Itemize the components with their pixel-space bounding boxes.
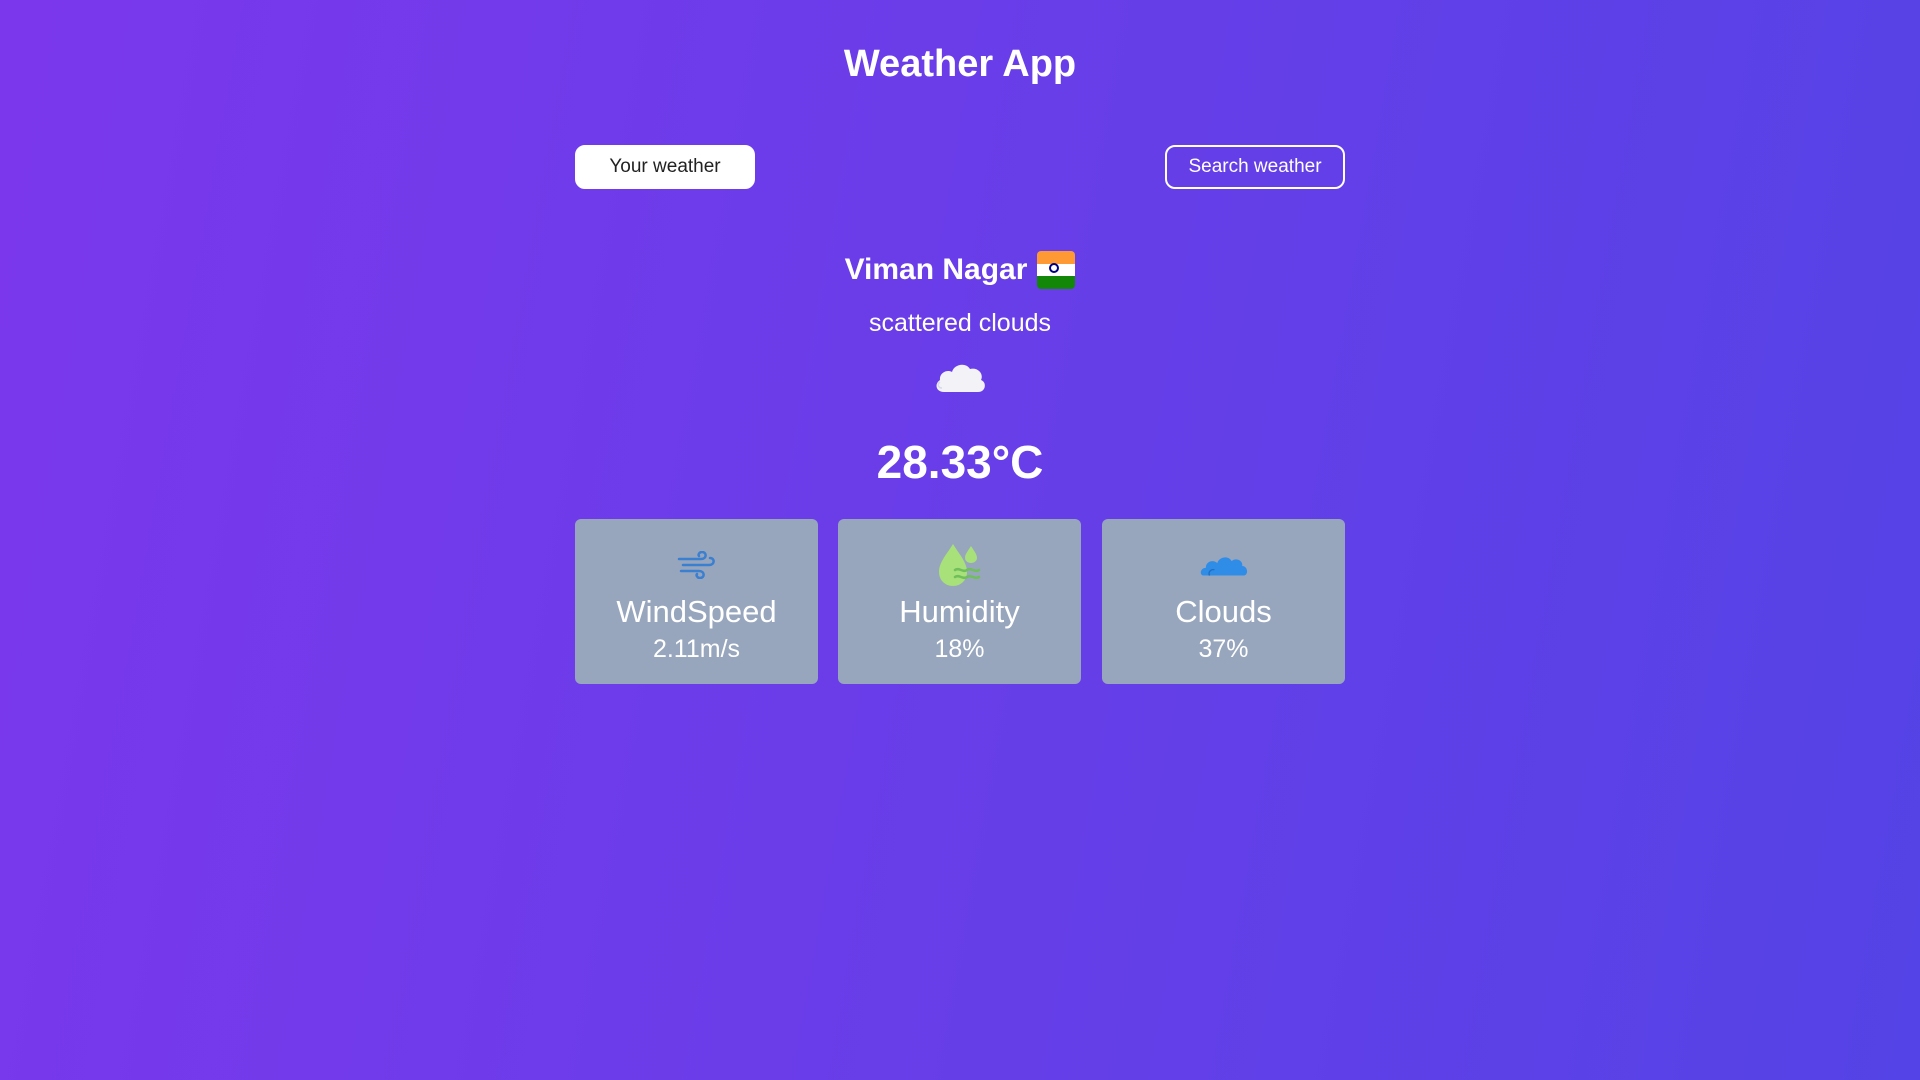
tab-search-weather[interactable]: Search weather (1165, 145, 1345, 189)
cloud-icon (936, 364, 985, 392)
app-title: Weather App (843, 43, 1077, 85)
tab-your-weather[interactable]: Your weather (575, 145, 755, 189)
clouds-card: Clouds 37% (1102, 519, 1345, 684)
clouds-icon (1200, 557, 1247, 576)
india-flag-icon (1037, 251, 1076, 289)
temperature: 28.33°C (876, 436, 1044, 488)
weather-tabs: Your weather Search weather (575, 145, 1345, 189)
windspeed-card: WindSpeed 2.11m/s (575, 519, 818, 684)
humidity-value: 18% (934, 635, 985, 663)
windspeed-label: WindSpeed (616, 594, 777, 629)
windspeed-value: 2.11m/s (652, 635, 741, 663)
clouds-value: 37% (1198, 635, 1249, 663)
humidity-icon (938, 544, 980, 586)
location-header: Viman Nagar (0, 246, 1920, 294)
wind-icon (677, 551, 715, 579)
humidity-label: Humidity (899, 594, 1020, 629)
weather-description: scattered clouds (868, 309, 1052, 337)
clouds-label: Clouds (1175, 594, 1272, 629)
humidity-card: Humidity 18% (838, 519, 1081, 684)
city-name: Viman Nagar (844, 253, 1028, 286)
weather-stats: WindSpeed 2.11m/s Humidity 18% Clouds 37… (575, 519, 1345, 684)
